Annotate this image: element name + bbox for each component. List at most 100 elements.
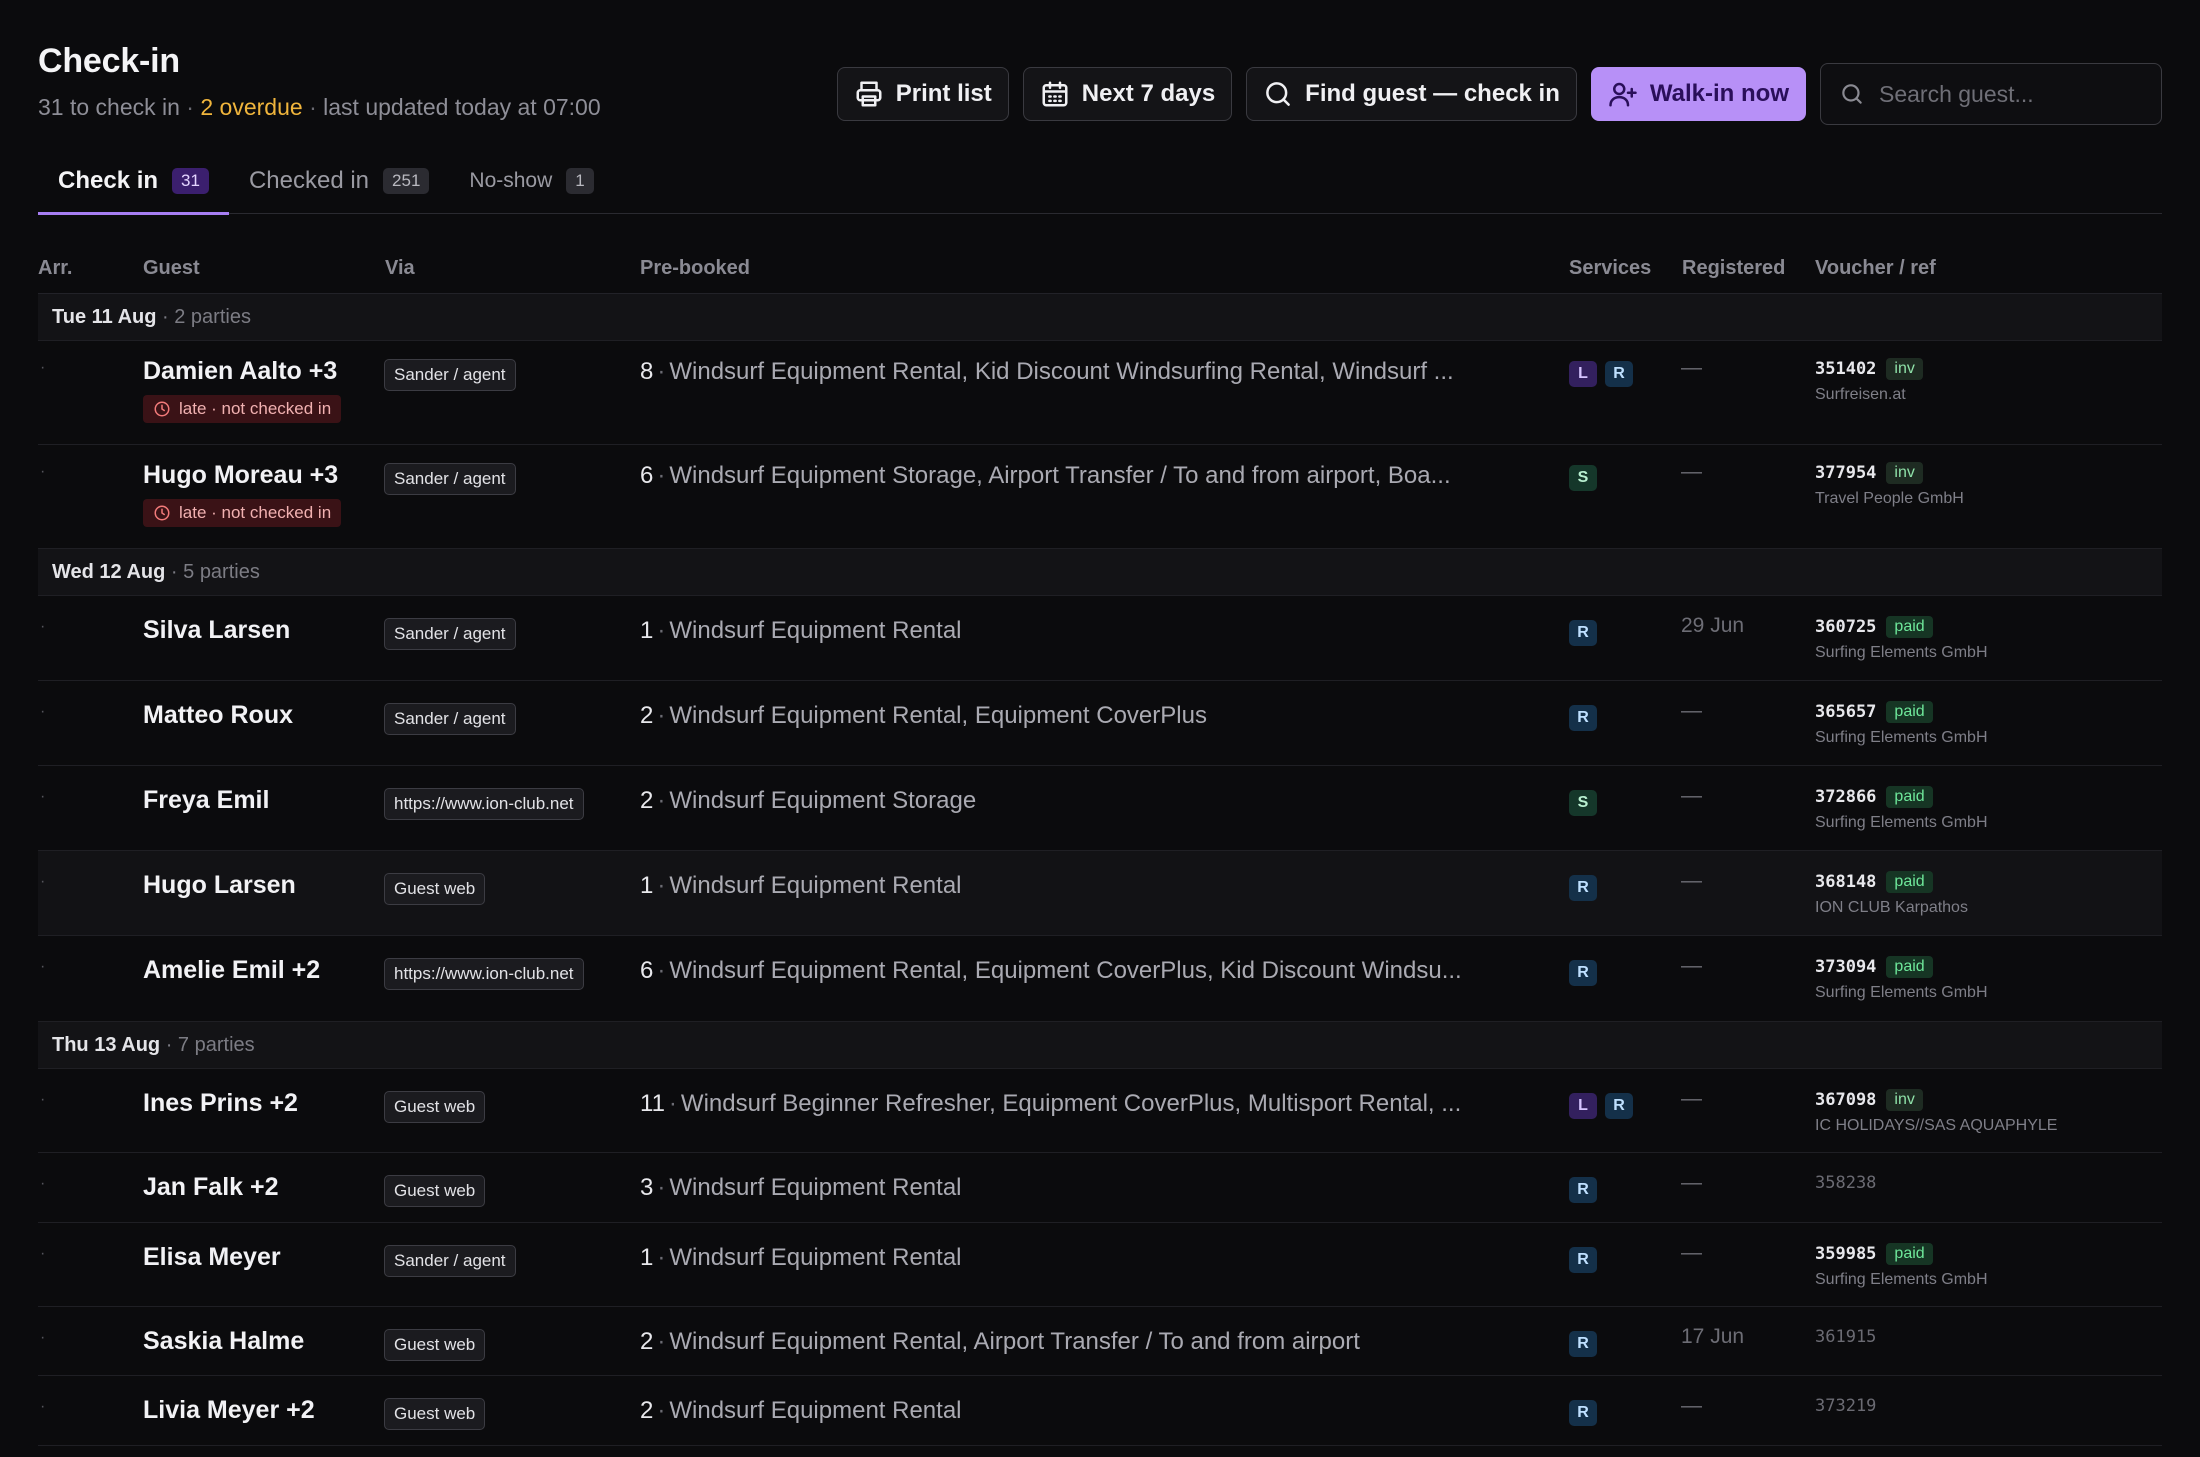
- voucher-number[interactable]: 351402: [1815, 359, 1876, 379]
- voucher-number[interactable]: 359985: [1815, 1244, 1876, 1264]
- payment-status-badge: paid: [1886, 786, 1933, 808]
- date-range-button[interactable]: Next 7 days: [1022, 67, 1233, 121]
- table-row[interactable]: · Hugo Larsen Guest web 1 · Windsurf Equipmen…: [38, 851, 2162, 936]
- registered-date: —: [1681, 356, 1702, 379]
- table-row[interactable]: · Saskia Halme Guest web 2 · Windsurf Equipme…: [38, 1307, 2162, 1376]
- table-row[interactable]: · Silva Larsen Sander / agent 1 · Windsurf Eq…: [38, 596, 2162, 681]
- table-row[interactable]: · Amelie Emil +2 https://www.ion-club.net 6…: [38, 936, 2162, 1022]
- guest-name[interactable]: Freya Emil: [143, 786, 269, 815]
- voucher-ref[interactable]: 360725 paid Surfing Elements GmbH: [1815, 616, 1988, 662]
- column-header-voucher[interactable]: Voucher / ref: [1815, 257, 1936, 280]
- search-guest-input[interactable]: [1879, 80, 2119, 108]
- registered-date: —: [1681, 460, 1702, 483]
- guest-name[interactable]: Silva Larsen: [143, 616, 290, 645]
- table-row[interactable]: · Ines Prins +2 Guest web 11 · Windsurf Begin…: [38, 1069, 2162, 1153]
- table-row[interactable]: · Freya Emil https://www.ion-club.net 2 · Win…: [38, 766, 2162, 851]
- voucher-company: ION CLUB Karpathos: [1815, 899, 1968, 916]
- voucher-line: 365657 paid: [1815, 701, 1988, 723]
- service-badge-r: R: [1569, 1247, 1597, 1273]
- table-row[interactable]: · Livia Meyer +2 Guest web 2 · Windsurf Equip…: [38, 1376, 2162, 1446]
- arrival-marker: ·: [40, 1175, 46, 1192]
- voucher-ref[interactable]: 361915: [1815, 1327, 1876, 1347]
- guest-name[interactable]: Hugo Larsen: [143, 871, 296, 900]
- registered-date: —: [1681, 869, 1702, 892]
- voucher-company: Surfreisen.at: [1815, 386, 1906, 403]
- voucher-number[interactable]: 368148: [1815, 872, 1876, 892]
- prebooked-list: Windsurf Equipment Rental: [669, 1174, 962, 1201]
- voucher-ref[interactable]: 367098 inv IC HOLIDAYS//SAS AQUAPHYLE: [1815, 1089, 2057, 1135]
- voucher-line: 367098 inv: [1815, 1089, 2057, 1111]
- voucher-ref[interactable]: 358238: [1815, 1173, 1876, 1193]
- via-badge: Guest web: [384, 1398, 486, 1430]
- walk-in-button[interactable]: Walk-in now: [1590, 67, 1806, 121]
- voucher-ref[interactable]: 372866 paid Surfing Elements GmbH: [1815, 786, 1988, 832]
- guest-name[interactable]: Elisa Meyer: [143, 1243, 281, 1272]
- late-status-badge: late · not checked in: [143, 395, 342, 423]
- prebooked-quantity: 2: [640, 1397, 654, 1424]
- service-badge-r: R: [1569, 1177, 1597, 1203]
- tab-no-show[interactable]: No-show 1: [449, 149, 613, 213]
- voucher-company: IC HOLIDAYS//SAS AQUAPHYLE: [1815, 1117, 2058, 1134]
- group-date: Tue 11 Aug · 2 parties: [52, 306, 251, 329]
- column-header-arr[interactable]: Arr.: [38, 257, 72, 280]
- search-guest-field[interactable]: [1820, 63, 2162, 125]
- via-badge: Guest web: [384, 1329, 486, 1361]
- separator-dot: ·: [657, 1244, 666, 1271]
- voucher-number[interactable]: 358238: [1815, 1173, 1876, 1193]
- voucher-number[interactable]: 372866: [1815, 787, 1876, 807]
- column-header-via[interactable]: Via: [385, 257, 415, 280]
- voucher-ref[interactable]: 368148 paid ION CLUB Karpathos: [1815, 871, 1968, 917]
- column-header-registered[interactable]: Registered: [1682, 257, 1785, 280]
- prebooked-list: Windsurf Equipment Storage: [669, 787, 977, 814]
- guest-name[interactable]: Hugo Moreau +3: [143, 461, 338, 490]
- late-status-label: late · not checked in: [179, 503, 332, 522]
- guest-name[interactable]: Ines Prins +2: [143, 1089, 298, 1118]
- guest-name[interactable]: Matteo Roux: [143, 701, 293, 730]
- registered-date: —: [1681, 784, 1702, 807]
- table-row[interactable]: · Damien Aalto +3 late · not checked in San…: [38, 341, 2162, 445]
- voucher-company: Travel People GmbH: [1815, 490, 1964, 507]
- voucher-ref[interactable]: 377954 inv Travel People GmbH: [1815, 462, 1964, 508]
- guest-name[interactable]: Saskia Halme: [143, 1327, 304, 1356]
- voucher-line: 359985 paid: [1815, 1243, 1988, 1265]
- voucher-number[interactable]: 373094: [1815, 957, 1876, 977]
- voucher-number[interactable]: 365657: [1815, 702, 1876, 722]
- page-header: Check-in 31 to check in · 2 overdue · la…: [38, 0, 2162, 150]
- voucher-line: 368148 paid: [1815, 871, 1968, 893]
- voucher-line: 351402 inv: [1815, 358, 1923, 380]
- voucher-ref[interactable]: 373219: [1815, 1396, 1876, 1416]
- find-guest-button[interactable]: Find guest — check in: [1246, 67, 1577, 121]
- tab-checked-in[interactable]: Checked in 251: [229, 149, 449, 213]
- table-row[interactable]: · Elisa Meyer Sander / agent 1 · Windsurf Equ…: [38, 1223, 2162, 1307]
- voucher-number[interactable]: 361915: [1815, 1327, 1876, 1347]
- voucher-ref[interactable]: 373094 paid Surfing Elements GmbH: [1815, 956, 1988, 1002]
- voucher-ref[interactable]: 365657 paid Surfing Elements GmbH: [1815, 701, 1988, 747]
- tab-check-in[interactable]: Check in 31: [38, 149, 229, 215]
- column-header-guest[interactable]: Guest: [143, 257, 200, 280]
- via-badge: Sander / agent: [384, 359, 516, 391]
- overdue-count[interactable]: 2 overdue: [200, 94, 302, 120]
- voucher-line: 358238: [1815, 1173, 1876, 1193]
- service-badges: S: [1569, 465, 1597, 491]
- guest-name[interactable]: Damien Aalto +3: [143, 357, 337, 386]
- print-list-button[interactable]: Print list: [836, 67, 1009, 121]
- voucher-company: Surfing Elements GmbH: [1815, 984, 1988, 1001]
- column-header-services[interactable]: Services: [1569, 257, 1651, 280]
- voucher-number[interactable]: 377954: [1815, 463, 1876, 483]
- table-row[interactable]: · Jan Falk +2 Guest web 3 · Windsurf Equipmen…: [38, 1153, 2162, 1223]
- voucher-line: 373094 paid: [1815, 956, 1988, 978]
- voucher-number[interactable]: 367098: [1815, 1090, 1876, 1110]
- voucher-ref[interactable]: 351402 inv Surfreisen.at: [1815, 358, 1923, 404]
- guest-name[interactable]: Amelie Emil +2: [143, 956, 320, 985]
- guest-name[interactable]: Jan Falk +2: [143, 1173, 279, 1202]
- group-party-count: · 2 parties: [156, 306, 251, 328]
- voucher-number[interactable]: 373219: [1815, 1396, 1876, 1416]
- prebooked-quantity: 8: [640, 358, 654, 385]
- column-header-prebooked[interactable]: Pre-booked: [640, 257, 750, 280]
- voucher-ref[interactable]: 359985 paid Surfing Elements GmbH: [1815, 1243, 1988, 1289]
- voucher-number[interactable]: 360725: [1815, 617, 1876, 637]
- table-row[interactable]: · Hugo Moreau +3 late · not checked in Sand…: [38, 445, 2162, 549]
- group-party-count: · 7 parties: [160, 1034, 255, 1056]
- guest-name[interactable]: Livia Meyer +2: [143, 1396, 315, 1425]
- table-row[interactable]: · Matteo Roux Sander / agent 2 · Windsurf Equ…: [38, 681, 2162, 766]
